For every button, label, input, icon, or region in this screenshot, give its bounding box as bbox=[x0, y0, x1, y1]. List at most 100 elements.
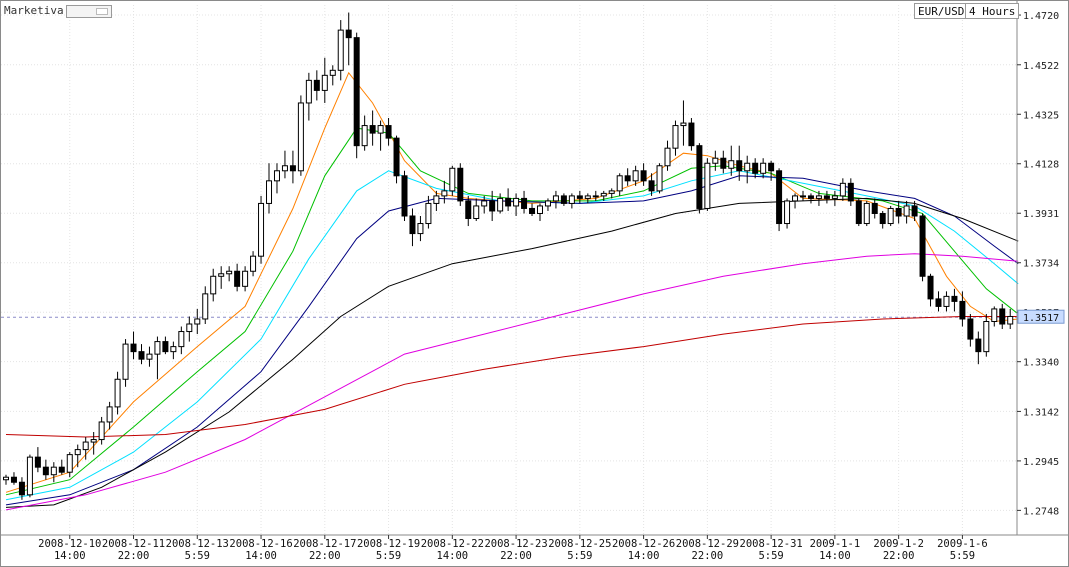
candle-body-down bbox=[409, 215, 416, 235]
candle bbox=[991, 306, 998, 327]
candle-body-down bbox=[895, 207, 902, 217]
x-tick-time: 5:59 bbox=[758, 550, 783, 562]
candle-body-up bbox=[361, 125, 368, 147]
candle bbox=[728, 145, 735, 176]
candle-body-up bbox=[497, 197, 504, 212]
candle-body-down bbox=[720, 157, 727, 169]
x-tick-date: 2008-12-23 bbox=[484, 538, 547, 550]
candle bbox=[58, 459, 65, 475]
candle bbox=[592, 190, 599, 201]
candle bbox=[417, 215, 424, 242]
candle bbox=[170, 341, 177, 360]
candle bbox=[560, 193, 567, 206]
candle-body-down bbox=[576, 195, 583, 199]
x-tick-date: 2008-12-29 bbox=[676, 538, 739, 550]
candle bbox=[704, 158, 711, 211]
candle-body-down bbox=[768, 162, 775, 172]
candle bbox=[218, 266, 225, 289]
candle bbox=[568, 193, 575, 209]
candle-body-up bbox=[513, 197, 520, 207]
candle-body-up bbox=[728, 160, 735, 169]
x-tick-date: 2008-12-26 bbox=[612, 538, 675, 550]
candle bbox=[855, 198, 862, 227]
candle bbox=[935, 291, 942, 312]
candle-body-down bbox=[640, 170, 647, 182]
candle-body-down bbox=[58, 466, 65, 473]
y-tick-label: 1.3142 bbox=[1023, 407, 1059, 418]
candle bbox=[353, 32, 360, 159]
candle-body-up bbox=[815, 195, 822, 199]
candle-body-down bbox=[353, 37, 360, 147]
candle-body-down bbox=[345, 29, 352, 39]
timeframe-label[interactable]: 4 Hours bbox=[965, 3, 1020, 19]
candle bbox=[975, 331, 982, 365]
y-tick-label: 1.4522 bbox=[1023, 61, 1059, 72]
candle bbox=[345, 12, 352, 66]
candle bbox=[162, 336, 169, 355]
brand-name: Marketiva bbox=[4, 4, 64, 17]
candle-body-down bbox=[855, 200, 862, 225]
candle bbox=[138, 344, 145, 365]
candle-body-up bbox=[903, 205, 910, 217]
candle-body-down bbox=[752, 162, 759, 174]
candle-body-up bbox=[90, 439, 97, 443]
candle bbox=[919, 213, 926, 282]
candle bbox=[887, 205, 894, 227]
candle-body-down bbox=[385, 125, 392, 139]
candle-body-up bbox=[664, 147, 671, 167]
candle-body-up bbox=[178, 331, 185, 348]
candle-body-up bbox=[991, 308, 998, 322]
candle-body-up bbox=[672, 125, 679, 149]
x-tick-date: 2009-1-2 bbox=[873, 538, 924, 550]
candle bbox=[544, 198, 551, 211]
candle-body-up bbox=[887, 207, 894, 225]
candle bbox=[457, 163, 464, 206]
x-tick-date: 2009-1-1 bbox=[810, 538, 861, 550]
candle-body-down bbox=[879, 212, 886, 225]
x-tick-time: 22:00 bbox=[692, 550, 724, 562]
candle-body-down bbox=[935, 298, 942, 307]
candle bbox=[106, 401, 113, 430]
candle-body-up bbox=[297, 102, 304, 172]
chart-selector-box[interactable] bbox=[66, 5, 112, 18]
candle bbox=[776, 168, 783, 232]
grid-layer bbox=[1, 5, 1017, 535]
y-tick-label: 1.3340 bbox=[1023, 358, 1059, 369]
candle-body-down bbox=[18, 481, 25, 496]
candle bbox=[50, 462, 57, 483]
candle-body-up bbox=[170, 346, 177, 353]
candle-body-down bbox=[624, 175, 631, 182]
candle bbox=[234, 263, 241, 292]
y-tick-label: 1.3734 bbox=[1023, 259, 1059, 270]
candle bbox=[489, 190, 496, 222]
candle-body-up bbox=[704, 162, 711, 209]
candle bbox=[393, 135, 400, 184]
candle bbox=[186, 316, 193, 342]
symbol-label[interactable]: EUR/USD bbox=[914, 3, 969, 19]
candle-body-up bbox=[242, 270, 249, 287]
x-tick-date: 2008-12-11 bbox=[102, 538, 165, 550]
candle bbox=[624, 168, 631, 186]
y-tick-label: 1.4325 bbox=[1023, 110, 1059, 121]
candle bbox=[552, 190, 559, 209]
moving-average-layer bbox=[5, 71, 1019, 511]
candle bbox=[122, 339, 129, 387]
candle bbox=[672, 120, 679, 156]
candle-body-up bbox=[321, 74, 328, 91]
candle bbox=[983, 313, 990, 357]
candle bbox=[521, 190, 528, 214]
candle bbox=[959, 291, 966, 327]
axis-layer: 1.4720 1.4522 1.4325 1.4128 1.3931 1.3734 1.35… bbox=[0, 0, 1069, 562]
candle-body-down bbox=[505, 197, 512, 207]
candle-body-up bbox=[114, 378, 121, 408]
candle-body-up bbox=[66, 454, 73, 473]
candle bbox=[194, 308, 201, 335]
candle-body-down bbox=[911, 205, 918, 217]
candle-body-down bbox=[401, 175, 408, 217]
candle-body-up bbox=[305, 79, 312, 104]
candle bbox=[202, 286, 209, 325]
candle-body-down bbox=[162, 341, 169, 353]
candle-body-up bbox=[863, 202, 870, 225]
candle-body-up bbox=[656, 165, 663, 192]
candle-body-up bbox=[680, 122, 687, 127]
